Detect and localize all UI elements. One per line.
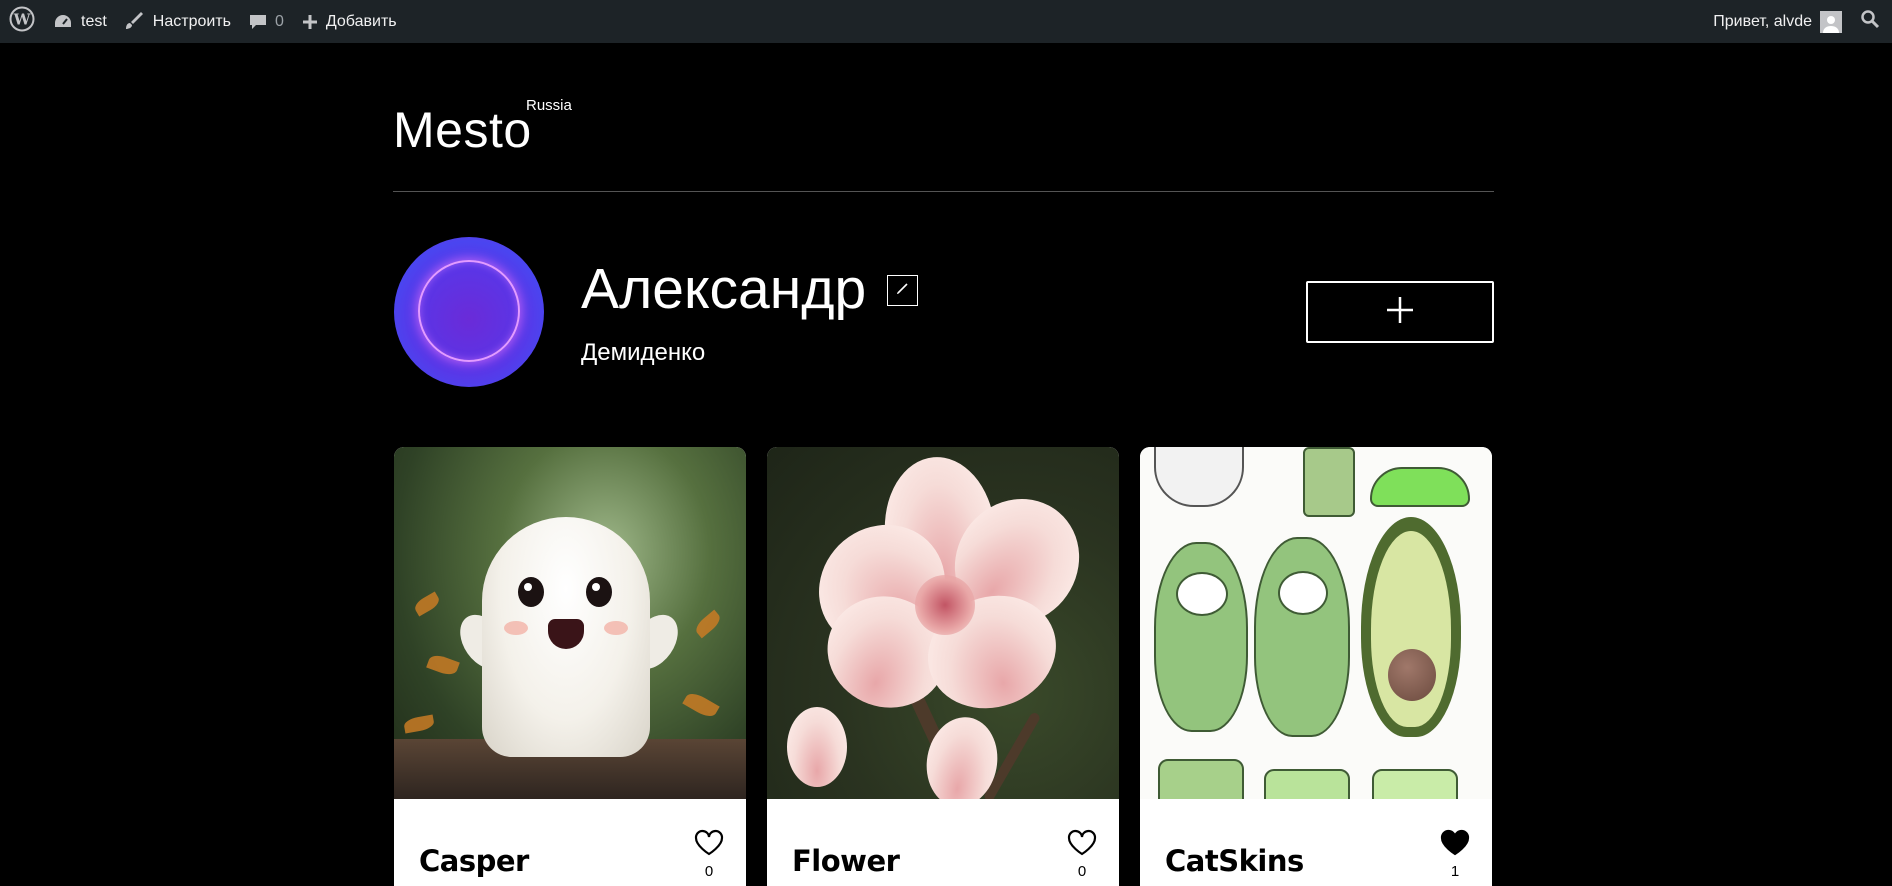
my-account-link[interactable]: Привет, alvde	[1704, 0, 1851, 43]
customize-link[interactable]: Настроить	[116, 0, 240, 43]
like-button[interactable]: 0	[1067, 829, 1097, 880]
heart-outline-icon	[1067, 829, 1097, 861]
card-image-ghost[interactable]	[394, 447, 746, 799]
new-content-label: Добавить	[325, 12, 397, 30]
like-count: 1	[1450, 863, 1460, 880]
site-logo-superscript: Russia	[526, 97, 572, 114]
cards-grid: Casper 0 Flower 0 CatSkins 1	[394, 447, 1494, 886]
edit-profile-button[interactable]	[887, 275, 918, 306]
comments-count: 0	[274, 12, 284, 30]
pencil-icon	[896, 281, 910, 300]
site-name-link[interactable]: test	[44, 0, 116, 43]
site-logo[interactable]: Mesto	[393, 101, 532, 159]
like-count: 0	[1077, 863, 1087, 880]
card-title: Casper	[419, 844, 529, 878]
like-button[interactable]: 1	[1440, 829, 1470, 880]
profile-avatar[interactable]	[394, 237, 544, 387]
card-image-flower[interactable]	[767, 447, 1119, 799]
profile-name: Александр	[581, 257, 867, 321]
greeting-label: Привет, alvde	[1713, 12, 1812, 30]
user-avatar-icon	[1820, 10, 1842, 33]
plus-icon	[1385, 295, 1415, 330]
wordpress-icon: W	[9, 6, 35, 37]
like-button[interactable]: 0	[694, 829, 724, 880]
profile-about: Демиденко	[581, 339, 706, 366]
card: CatSkins 1	[1140, 447, 1492, 886]
svg-text:W: W	[13, 11, 32, 29]
card-title: CatSkins	[1165, 844, 1304, 878]
search-button[interactable]	[1851, 0, 1892, 43]
dashboard-icon	[53, 13, 73, 31]
card-title: Flower	[792, 844, 900, 878]
wordpress-logo-button[interactable]: W	[0, 0, 44, 43]
card: Flower 0	[767, 447, 1119, 886]
card: Casper 0	[394, 447, 746, 886]
admin-bar: W test Настроить 0 Добавить Привет, alvd…	[0, 0, 1892, 43]
card-image-catskins[interactable]	[1140, 447, 1492, 799]
comment-icon	[249, 13, 267, 31]
new-content-link[interactable]: Добавить	[293, 0, 406, 43]
heart-outline-icon	[694, 829, 724, 861]
comments-link[interactable]: 0	[240, 0, 293, 43]
header-divider	[393, 191, 1494, 192]
heart-filled-icon	[1440, 829, 1470, 861]
search-icon	[1860, 9, 1880, 34]
avatar-ring-graphic	[418, 260, 520, 362]
paintbrush-icon	[125, 11, 145, 32]
like-count: 0	[704, 863, 714, 880]
site-name-label: test	[81, 12, 107, 30]
customize-label: Настроить	[152, 12, 231, 30]
add-card-button[interactable]	[1306, 281, 1494, 343]
plus-icon	[302, 14, 318, 30]
